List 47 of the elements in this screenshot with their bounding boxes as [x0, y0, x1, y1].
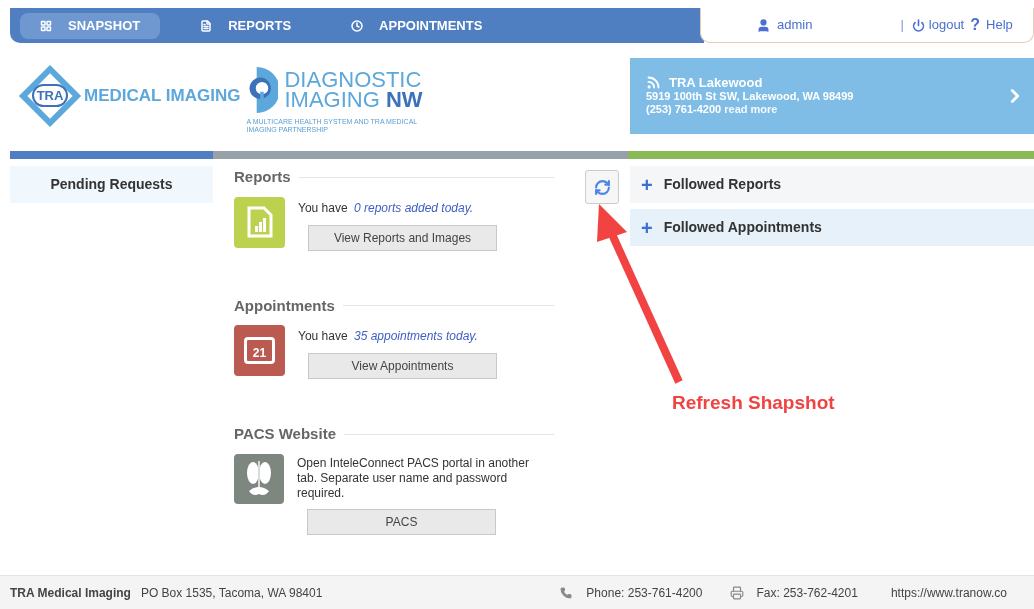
clock-icon [351, 19, 364, 32]
section-title: Reports [234, 167, 291, 187]
location-phone: (253) 761-4200 read more [646, 103, 779, 116]
footer-company: TRA Medical Imaging [10, 584, 131, 602]
pending-requests-header[interactable]: Pending Requests [10, 166, 213, 203]
section-button[interactable]: View Appointments [308, 353, 497, 379]
section-title: Appointments [234, 295, 335, 316]
tra-logo: TRA MEDICAL IMAGING [20, 65, 241, 126]
help-link[interactable]: Help [986, 15, 1013, 35]
nav-tab[interactable]: REPORTS [180, 12, 312, 39]
section-summary: You have 0 reports added today. [298, 199, 475, 217]
section-button[interactable]: PACS [307, 508, 496, 535]
section-button[interactable]: View Reports and Images [308, 224, 497, 251]
nav-tab[interactable]: APPOINTMENTS [331, 12, 503, 39]
skeleton-icon [234, 453, 284, 504]
user-link[interactable]: admin [777, 15, 813, 35]
user-icon [756, 17, 771, 33]
nav-tab[interactable]: SNAPSHOT [20, 12, 161, 39]
section-description: Open InteleConnect PACS portal in another tab. Separate user name and password required. [297, 455, 530, 501]
footer-fax: Fax: 253-762-4201 [756, 584, 858, 602]
logout-link[interactable]: logout [928, 15, 965, 35]
printer-icon [730, 585, 745, 600]
refresh-icon [593, 178, 611, 196]
section-summary: You have 35 appointments today. [298, 328, 479, 345]
calendar-icon: 21 [234, 325, 285, 376]
refresh-button[interactable] [585, 170, 619, 204]
phone-icon [560, 586, 573, 599]
separator: | [900, 16, 904, 35]
followed-panel-title: Followed Appointments [663, 218, 822, 237]
feed-icon [646, 75, 661, 90]
followed-panel-header[interactable]: + Followed Reports [630, 166, 1034, 203]
footer-address: PO Box 1535, Tacoma, WA 98401 [140, 584, 323, 602]
help-icon: ? [970, 13, 980, 37]
plus-icon: + [641, 174, 653, 195]
annotation-label: Refresh Shapshot [672, 391, 835, 415]
followed-panel-title: Followed Reports [663, 175, 782, 194]
plus-icon: + [641, 217, 653, 238]
document-icon [200, 19, 213, 32]
location-address: 5919 100th St SW, Lakewood, WA 98499 [646, 90, 855, 103]
footer-phone: Phone: 253-761-4200 [586, 584, 703, 602]
report-chart-icon [234, 196, 285, 248]
power-icon [911, 18, 925, 32]
grid-icon [40, 19, 52, 32]
followed-panel-header[interactable]: + Followed Appointments [630, 209, 1034, 246]
section-title: PACS Website [234, 424, 336, 444]
location-name: TRA Lakewood [669, 76, 763, 89]
footer-url: https://www.tranow.co [890, 584, 1007, 602]
